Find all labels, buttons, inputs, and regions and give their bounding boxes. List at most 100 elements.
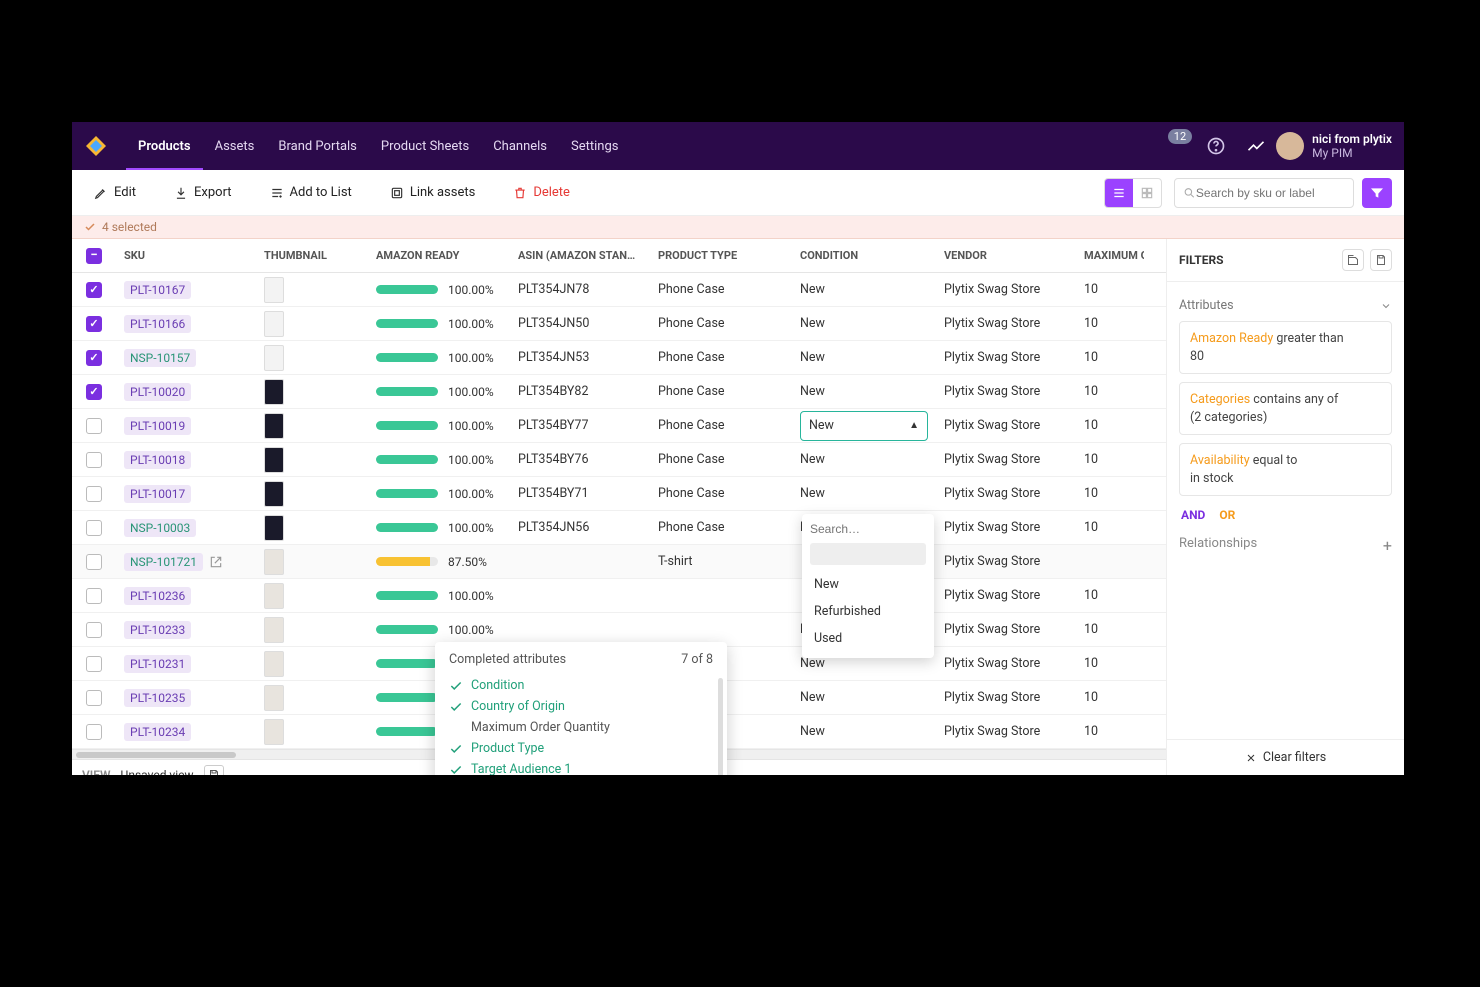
sku-pill[interactable]: PLT-10166	[124, 315, 191, 333]
clear-filters-button[interactable]: Clear filters	[1167, 739, 1404, 775]
row-checkbox[interactable]	[86, 588, 102, 604]
sku-pill[interactable]: PLT-10236	[124, 587, 191, 605]
list-view-button[interactable]	[1105, 179, 1133, 207]
condition-dropdown[interactable]: NewRefurbishedUsed	[802, 514, 934, 658]
sku-pill[interactable]: PLT-10019	[124, 417, 191, 435]
table-row[interactable]: PLT-10019 100.00% PLT354BY77 Phone Case …	[72, 409, 1166, 443]
select-all-checkbox[interactable]	[86, 248, 102, 264]
row-checkbox[interactable]	[86, 350, 102, 366]
user-menu[interactable]: nici from plytix My PIM	[1276, 132, 1392, 161]
thumbnail[interactable]	[264, 583, 284, 609]
sku-pill[interactable]: PLT-10167	[124, 281, 191, 299]
dropdown-option[interactable]: Refurbished	[802, 598, 934, 625]
dropdown-option[interactable]: Used	[802, 625, 934, 652]
table-row[interactable]: PLT-10018 100.00% PLT354BY76 Phone Case …	[72, 443, 1166, 477]
thumbnail[interactable]	[264, 413, 284, 439]
thumbnail[interactable]	[264, 481, 284, 507]
help-icon[interactable]	[1206, 136, 1226, 156]
filter-card[interactable]: Availability equal toin stock	[1179, 443, 1392, 496]
row-checkbox[interactable]	[86, 690, 102, 706]
table-row[interactable]: PLT-10167 100.00% PLT354JN78 Phone Case …	[72, 273, 1166, 307]
col-vendor[interactable]: VENDOR	[936, 239, 1076, 272]
save-filter-button[interactable]	[1370, 249, 1392, 271]
col-condition[interactable]: CONDITION	[792, 239, 936, 272]
col-sku[interactable]: SKU	[116, 239, 256, 272]
row-checkbox[interactable]	[86, 622, 102, 638]
col-type[interactable]: PRODUCT TYPE	[650, 239, 792, 272]
filter-card[interactable]: Categories contains any of(2 categories)	[1179, 382, 1392, 435]
row-checkbox[interactable]	[86, 520, 102, 536]
thumbnail[interactable]	[264, 447, 284, 473]
dropdown-search-input[interactable]	[810, 522, 926, 536]
filter-logic-or[interactable]: OR	[1219, 508, 1235, 522]
dropdown-option[interactable]: New	[802, 571, 934, 598]
thumbnail[interactable]	[264, 719, 284, 745]
row-checkbox[interactable]	[86, 656, 102, 672]
col-thumbnail[interactable]: THUMBNAIL	[256, 239, 368, 272]
filter-card[interactable]: Amazon Ready greater than80	[1179, 321, 1392, 374]
table-row[interactable]: NSP-101721 87.50% T-shirt Plytix Swag St…	[72, 545, 1166, 579]
sku-pill[interactable]: PLT-10234	[124, 723, 191, 741]
relationships-section-toggle[interactable]: Relationships +	[1179, 530, 1392, 561]
load-filter-button[interactable]	[1342, 249, 1364, 271]
condition-dropdown-trigger[interactable]: New▲	[800, 411, 928, 441]
row-checkbox[interactable]	[86, 282, 102, 298]
thumbnail[interactable]	[264, 685, 284, 711]
nav-product-sheets[interactable]: Product Sheets	[369, 133, 481, 160]
sku-pill[interactable]: PLT-10017	[124, 485, 191, 503]
row-checkbox[interactable]	[86, 724, 102, 740]
table-row[interactable]: NSP-10003 100.00% PLT354JN56 Phone Case …	[72, 511, 1166, 545]
link-assets-button[interactable]: Link assets	[380, 179, 486, 206]
col-asin[interactable]: ASIN (AMAZON STAN…	[510, 239, 650, 272]
activity-icon[interactable]	[1246, 136, 1266, 156]
col-max[interactable]: MAXIMUM O	[1076, 239, 1144, 272]
dropdown-blank-option[interactable]	[810, 543, 926, 565]
popover-scrollbar[interactable]	[718, 678, 723, 775]
attributes-section-toggle[interactable]: Attributes	[1179, 290, 1392, 321]
table-row[interactable]: NSP-10157 100.00% PLT354JN53 Phone Case …	[72, 341, 1166, 375]
nav-products[interactable]: Products	[126, 133, 203, 170]
thumbnail[interactable]	[264, 277, 284, 303]
thumbnail[interactable]	[264, 515, 284, 541]
row-checkbox[interactable]	[86, 486, 102, 502]
row-checkbox[interactable]	[86, 418, 102, 434]
sku-pill[interactable]: PLT-10020	[124, 383, 191, 401]
row-checkbox[interactable]	[86, 384, 102, 400]
sku-pill[interactable]: PLT-10231	[124, 655, 191, 673]
nav-assets[interactable]: Assets	[203, 133, 267, 160]
search-box[interactable]	[1174, 178, 1354, 208]
nav-brand-portals[interactable]: Brand Portals	[266, 133, 369, 160]
filter-logic-and[interactable]: AND	[1181, 508, 1205, 522]
col-ready[interactable]: AMAZON READY	[368, 239, 510, 272]
table-row[interactable]: PLT-10236 100.00% Plytix Swag Store 10	[72, 579, 1166, 613]
grid-view-button[interactable]	[1133, 179, 1161, 207]
sku-pill[interactable]: PLT-10018	[124, 451, 191, 469]
table-row[interactable]: PLT-10166 100.00% PLT354JN50 Phone Case …	[72, 307, 1166, 341]
table-row[interactable]: PLT-10020 100.00% PLT354BY82 Phone Case …	[72, 375, 1166, 409]
open-icon[interactable]	[209, 555, 223, 569]
row-checkbox[interactable]	[86, 452, 102, 468]
row-checkbox[interactable]	[86, 554, 102, 570]
thumbnail[interactable]	[264, 311, 284, 337]
search-input[interactable]	[1196, 186, 1345, 200]
nav-channels[interactable]: Channels	[481, 133, 559, 160]
sku-pill[interactable]: NSP-10003	[124, 519, 196, 537]
table-row[interactable]: PLT-10017 100.00% PLT354BY71 Phone Case …	[72, 477, 1166, 511]
filters-toggle-button[interactable]	[1362, 178, 1392, 208]
edit-button[interactable]: Edit	[84, 179, 146, 206]
save-view-button[interactable]	[204, 765, 224, 776]
delete-button[interactable]: Delete	[503, 179, 580, 206]
sku-pill[interactable]: PLT-10235	[124, 689, 191, 707]
row-checkbox[interactable]	[86, 316, 102, 332]
sku-pill[interactable]: PLT-10233	[124, 621, 191, 639]
thumbnail[interactable]	[264, 617, 284, 643]
add-to-list-button[interactable]: Add to List	[260, 179, 362, 206]
thumbnail[interactable]	[264, 345, 284, 371]
thumbnail[interactable]	[264, 651, 284, 677]
thumbnail[interactable]	[264, 549, 284, 575]
export-button[interactable]: Export	[164, 179, 242, 206]
nav-settings[interactable]: Settings	[559, 133, 630, 160]
thumbnail[interactable]	[264, 379, 284, 405]
sku-pill[interactable]: NSP-10157	[124, 349, 196, 367]
sku-pill[interactable]: NSP-101721	[124, 553, 203, 571]
